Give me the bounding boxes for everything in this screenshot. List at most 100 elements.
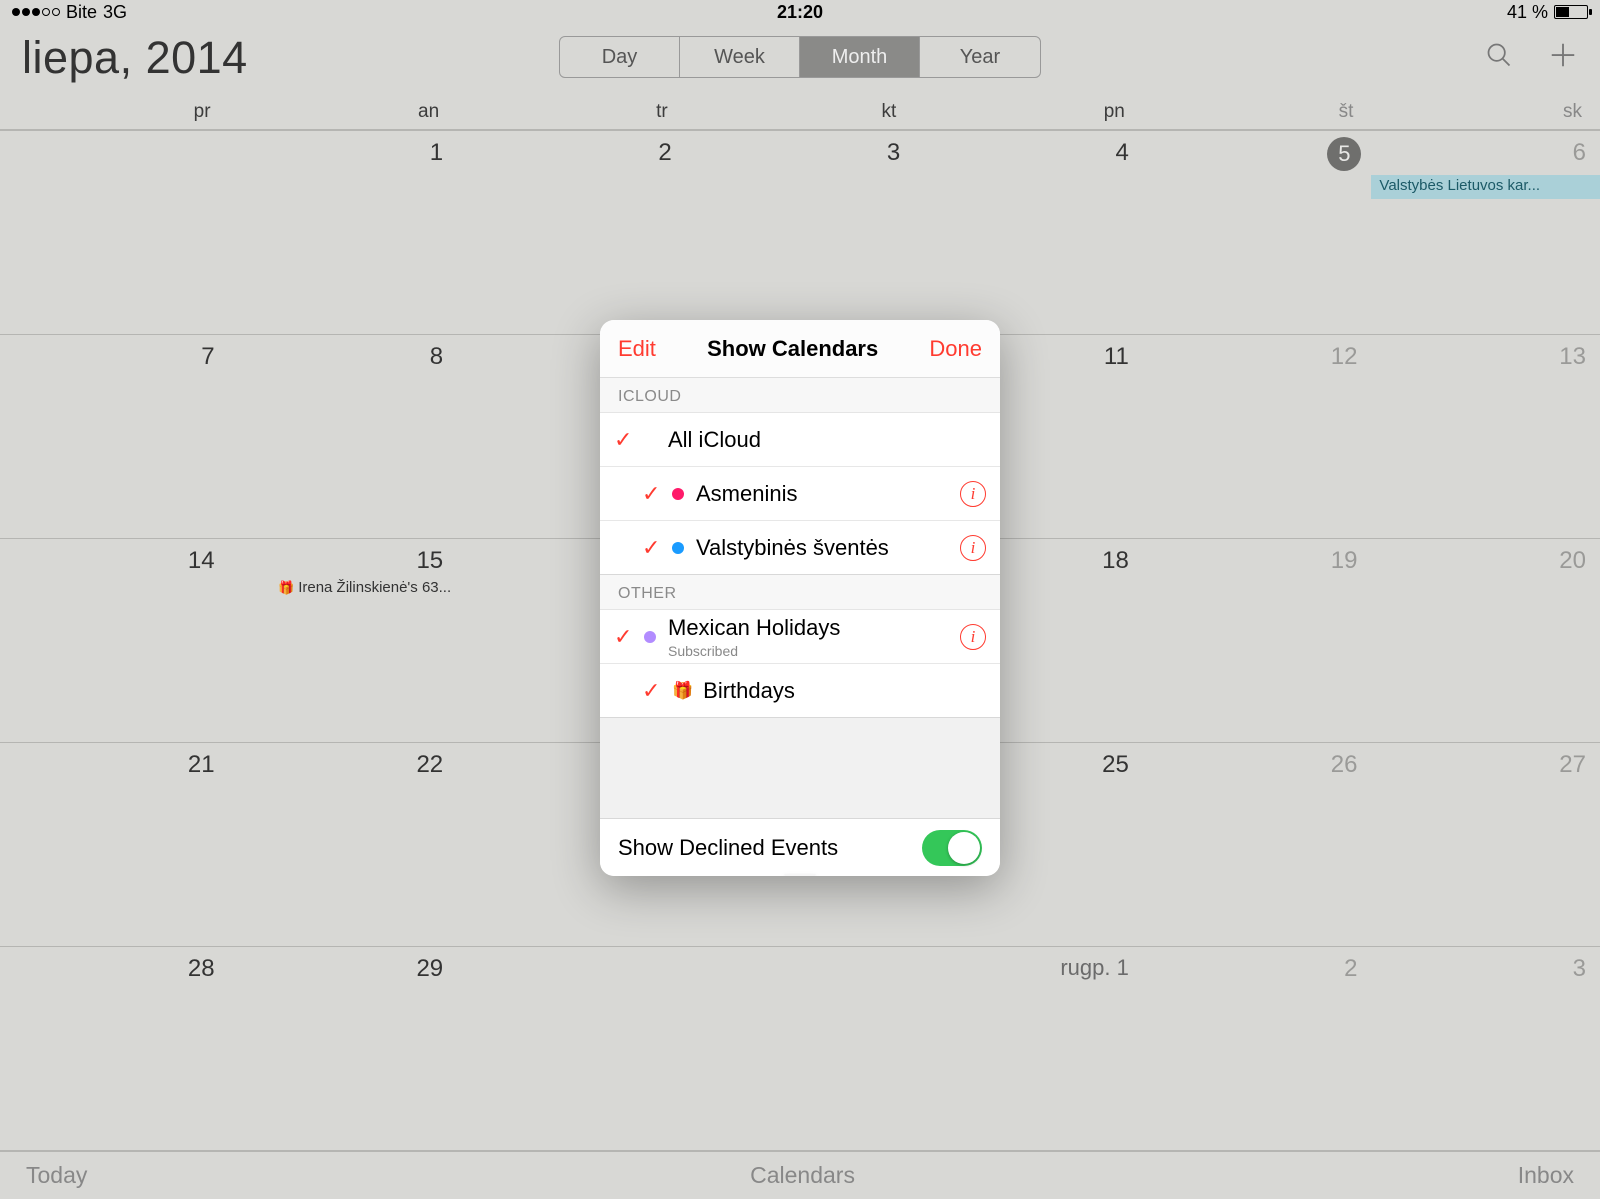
info-icon[interactable]: i: [960, 481, 986, 507]
clock-label: 21:20: [777, 2, 823, 23]
event-pill[interactable]: Valstybės Lietuvos kar...: [1371, 175, 1600, 199]
day-number: 3: [887, 139, 900, 167]
calendar-row[interactable]: ✓ Valstybinės šventėsi: [600, 521, 1000, 575]
calendar-color-dot: [644, 631, 656, 643]
weekday-label: pr: [0, 94, 229, 129]
day-cell[interactable]: [686, 947, 915, 1151]
day-cell[interactable]: 27: [1371, 743, 1600, 947]
day-cell[interactable]: [0, 131, 229, 335]
weekday-label: an: [229, 94, 458, 129]
day-number: 14: [188, 547, 215, 575]
inbox-button[interactable]: Inbox: [1518, 1162, 1574, 1189]
view-segmented-control[interactable]: DayWeekMonthYear: [559, 36, 1041, 78]
day-number: 18: [1102, 547, 1129, 575]
page-title: liepa, 2014: [22, 32, 248, 84]
day-number: 13: [1559, 343, 1586, 371]
checkmark-icon: ✓: [642, 678, 664, 704]
day-number: 26: [1331, 751, 1358, 779]
day-cell[interactable]: 7: [0, 335, 229, 539]
weekday-label: kt: [686, 94, 915, 129]
day-number: 3: [1573, 955, 1586, 983]
day-number: 1: [430, 139, 443, 167]
info-icon[interactable]: i: [960, 535, 986, 561]
day-cell[interactable]: 28: [0, 947, 229, 1151]
day-cell[interactable]: 20: [1371, 539, 1600, 743]
calendar-row[interactable]: ✓ Asmeninisi: [600, 467, 1000, 521]
gift-icon: 🎁: [672, 681, 693, 701]
day-number: 22: [416, 751, 443, 779]
event-inline[interactable]: 🎁Irena Žilinskienė's 63...: [235, 579, 452, 596]
day-cell[interactable]: 13: [1371, 335, 1600, 539]
day-cell[interactable]: rugp. 1: [914, 947, 1143, 1151]
calendar-name: Birthdays: [703, 678, 986, 704]
calendars-button[interactable]: Calendars: [750, 1162, 855, 1189]
calendar-name: Valstybinės šventės: [696, 535, 960, 561]
day-cell[interactable]: 3: [1371, 947, 1600, 1151]
view-tab-year[interactable]: Year: [920, 37, 1040, 77]
day-number: 2: [1344, 955, 1357, 983]
calendar-row[interactable]: ✓ Mexican Holidays Subscribedi: [600, 610, 1000, 664]
day-cell[interactable]: 21: [0, 743, 229, 947]
gift-icon: 🎁: [278, 580, 294, 595]
view-tab-day[interactable]: Day: [560, 37, 680, 77]
day-cell[interactable]: 29: [229, 947, 458, 1151]
calendar-color-dot: [672, 542, 684, 554]
battery-percent-label: 41 %: [1507, 2, 1548, 23]
day-number: 15: [416, 547, 443, 575]
show-calendars-popover: Edit Show Calendars Done ICLOUD✓All iClo…: [600, 320, 1000, 876]
day-number: 6: [1573, 139, 1586, 167]
info-icon[interactable]: i: [960, 624, 986, 650]
calendar-row[interactable]: ✓All iCloud: [600, 413, 1000, 467]
calendar-section-label: OTHER: [600, 575, 1000, 610]
day-cell[interactable]: 22: [229, 743, 458, 947]
calendar-section-label: ICLOUD: [600, 378, 1000, 413]
calendar-row[interactable]: ✓ 🎁 Birthdays: [600, 664, 1000, 718]
calendar-name: Mexican Holidays: [668, 615, 960, 641]
day-cell[interactable]: 5: [1143, 131, 1372, 335]
bottom-toolbar: Today Calendars Inbox: [0, 1151, 1600, 1199]
day-number: 19: [1331, 547, 1358, 575]
day-cell[interactable]: 4: [914, 131, 1143, 335]
view-tab-week[interactable]: Week: [680, 37, 800, 77]
calendar-name: Asmeninis: [696, 481, 960, 507]
popover-title: Show Calendars: [707, 336, 878, 362]
signal-dots-icon: [12, 8, 60, 16]
day-number: 8: [430, 343, 443, 371]
battery-icon: [1554, 5, 1588, 19]
day-cell[interactable]: 26: [1143, 743, 1372, 947]
day-number: 28: [188, 955, 215, 983]
status-bar: Bite 3G 21:20 41 %: [0, 0, 1600, 24]
search-icon[interactable]: [1484, 40, 1514, 70]
weekday-label: sk: [1371, 94, 1600, 129]
day-cell[interactable]: 3: [686, 131, 915, 335]
day-number: 21: [188, 751, 215, 779]
view-tab-month[interactable]: Month: [800, 37, 920, 77]
add-event-icon[interactable]: [1548, 40, 1578, 70]
weekday-label: pn: [914, 94, 1143, 129]
calendar-subtitle: Subscribed: [668, 643, 960, 659]
checkmark-icon: ✓: [642, 535, 664, 561]
edit-button[interactable]: Edit: [618, 336, 656, 362]
weekday-label: tr: [457, 94, 686, 129]
day-cell[interactable]: 2: [457, 131, 686, 335]
day-cell[interactable]: 8: [229, 335, 458, 539]
day-cell[interactable]: 12: [1143, 335, 1372, 539]
today-button[interactable]: Today: [26, 1162, 87, 1189]
day-cell[interactable]: [457, 947, 686, 1151]
show-declined-toggle[interactable]: [922, 830, 982, 866]
network-label: 3G: [103, 2, 127, 23]
checkmark-icon: ✓: [614, 624, 636, 650]
day-cell[interactable]: 6 Valstybės Lietuvos kar...: [1371, 131, 1600, 335]
day-cell[interactable]: 19: [1143, 539, 1372, 743]
day-cell[interactable]: 14: [0, 539, 229, 743]
day-cell[interactable]: 2: [1143, 947, 1372, 1151]
done-button[interactable]: Done: [929, 336, 982, 362]
day-number: rugp. 1: [1060, 955, 1129, 981]
day-cell[interactable]: 15 🎁Irena Žilinskienė's 63...: [229, 539, 458, 743]
day-cell[interactable]: 1: [229, 131, 458, 335]
day-number: 4: [1115, 139, 1128, 167]
day-number: 12: [1331, 343, 1358, 371]
day-number: 7: [201, 343, 214, 371]
day-number: 25: [1102, 751, 1129, 779]
checkmark-icon: ✓: [642, 481, 664, 507]
